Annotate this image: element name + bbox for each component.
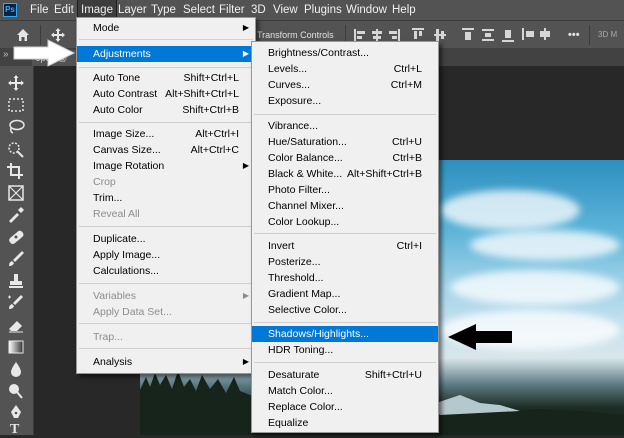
tools-panel: T xyxy=(0,66,34,438)
image-menu-item-image-rotation[interactable]: Image Rotation ▶ xyxy=(77,158,255,174)
image-menu-item-auto-contrast[interactable]: Auto Contrast Alt+Shift+Ctrl+L xyxy=(77,86,255,102)
image-menu-item-variables[interactable]: Variables ▶ xyxy=(77,288,255,304)
adj-item-match-color[interactable]: Match Color... xyxy=(252,383,438,399)
image-menu: Mode ▶ Adjustments ▶ Auto Tone Shift+Ctrl+L… xyxy=(76,17,256,374)
brush-tool-icon[interactable] xyxy=(6,250,26,268)
menu-window[interactable]: Window xyxy=(343,0,390,20)
image-menu-item-image-size[interactable]: Image Size... Alt+Ctrl+I xyxy=(77,126,255,142)
adj-item-color-balance[interactable]: Color Balance... Ctrl+B xyxy=(252,150,438,166)
image-menu-item-auto-color[interactable]: Auto Color Shift+Ctrl+B xyxy=(77,102,255,118)
menu-file[interactable]: File xyxy=(27,0,52,20)
adj-item-threshold[interactable]: Threshold... xyxy=(252,270,438,286)
adj-item-levels[interactable]: Levels... Ctrl+L xyxy=(252,61,438,77)
white-pointer-arrow-icon xyxy=(13,39,76,67)
healing-brush-tool-icon[interactable] xyxy=(6,228,26,246)
divider xyxy=(589,25,590,45)
photoshop-logo-icon: Ps xyxy=(3,3,17,17)
adj-item-gradient-map[interactable]: Gradient Map... xyxy=(252,286,438,302)
adj-item-black-white[interactable]: Black & White... Alt+Shift+Ctrl+B xyxy=(252,166,438,182)
distribute-icons[interactable] xyxy=(462,28,562,42)
blur-tool-icon[interactable] xyxy=(6,360,26,378)
eraser-tool-icon[interactable] xyxy=(6,316,26,334)
image-menu-item-apply-data-set[interactable]: Apply Data Set... xyxy=(77,304,255,320)
adj-item-exposure[interactable]: Exposure... xyxy=(252,93,438,109)
adj-item-selective-color[interactable]: Selective Color... xyxy=(252,302,438,318)
menu-help[interactable]: Help xyxy=(389,0,419,20)
menu-edit[interactable]: Edit xyxy=(51,0,77,20)
clone-stamp-tool-icon[interactable] xyxy=(6,272,26,290)
adj-item-brightness-contrast[interactable]: Brightness/Contrast... xyxy=(252,45,438,61)
image-menu-item-reveal-all[interactable]: Reveal All xyxy=(77,206,255,222)
adj-item-hue-saturation[interactable]: Hue/Saturation... Ctrl+U xyxy=(252,134,438,150)
image-menu-item-canvas-size[interactable]: Canvas Size... Alt+Ctrl+C xyxy=(77,142,255,158)
menu-plugins[interactable]: Plugins xyxy=(301,0,345,20)
adjustments-submenu: Brightness/Contrast... Levels... Ctrl+L C… xyxy=(251,41,439,433)
adj-item-posterize[interactable]: Posterize... xyxy=(252,254,438,270)
history-brush-tool-icon[interactable] xyxy=(6,294,26,312)
adj-item-desaturate[interactable]: Desaturate Shift+Ctrl+U xyxy=(252,367,438,383)
eyedropper-tool-icon[interactable] xyxy=(6,206,26,224)
more-options-icon[interactable]: ••• xyxy=(568,21,580,49)
image-menu-item-apply-image[interactable]: Apply Image... xyxy=(77,247,255,263)
adj-item-curves[interactable]: Curves... Ctrl+M xyxy=(252,77,438,93)
adj-item-shadows-highlights[interactable]: Shadows/Highlights... xyxy=(252,326,438,342)
3d-mode-label[interactable]: 3D M xyxy=(598,21,617,49)
image-menu-item-adjustments[interactable]: Adjustments ▶ xyxy=(77,46,255,62)
adj-item-replace-color[interactable]: Replace Color... xyxy=(252,399,438,415)
panel-collapse-icon[interactable]: » xyxy=(3,49,9,60)
menu-view[interactable]: View xyxy=(270,0,301,20)
crop-tool-icon[interactable] xyxy=(6,162,26,180)
adj-item-vibrance[interactable]: Vibrance... xyxy=(252,118,438,134)
image-menu-item-trim[interactable]: Trim... xyxy=(77,190,255,206)
adj-item-color-lookup[interactable]: Color Lookup... xyxy=(252,214,438,230)
adj-item-channel-mixer[interactable]: Channel Mixer... xyxy=(252,198,438,214)
black-pointer-arrow-icon xyxy=(448,324,512,350)
image-menu-item-auto-tone[interactable]: Auto Tone Shift+Ctrl+L xyxy=(77,70,255,86)
image-menu-item-duplicate[interactable]: Duplicate... xyxy=(77,231,255,247)
image-menu-item-trap[interactable]: Trap... xyxy=(77,329,255,345)
gradient-tool-icon[interactable] xyxy=(6,338,26,356)
marquee-tool-icon[interactable] xyxy=(6,96,26,114)
lasso-tool-icon[interactable] xyxy=(6,118,26,136)
type-tool-icon[interactable]: T xyxy=(10,422,19,438)
image-menu-item-calculations[interactable]: Calculations... xyxy=(77,263,255,279)
adj-item-invert[interactable]: Invert Ctrl+I xyxy=(252,238,438,254)
dodge-tool-icon[interactable] xyxy=(6,382,26,400)
image-menu-item-crop[interactable]: Crop xyxy=(77,174,255,190)
frame-tool-icon[interactable] xyxy=(6,184,26,202)
align-icons[interactable] xyxy=(354,28,454,42)
adj-item-equalize[interactable]: Equalize xyxy=(252,415,438,431)
image-menu-item-analysis[interactable]: Analysis ▶ xyxy=(77,354,255,370)
quick-selection-tool-icon[interactable] xyxy=(6,140,26,158)
image-menu-item-mode[interactable]: Mode ▶ xyxy=(77,20,255,36)
adj-item-hdr-toning[interactable]: HDR Toning... xyxy=(252,342,438,358)
adj-item-photo-filter[interactable]: Photo Filter... xyxy=(252,182,438,198)
pen-tool-icon[interactable] xyxy=(6,404,26,422)
move-tool-icon[interactable] xyxy=(6,74,26,92)
